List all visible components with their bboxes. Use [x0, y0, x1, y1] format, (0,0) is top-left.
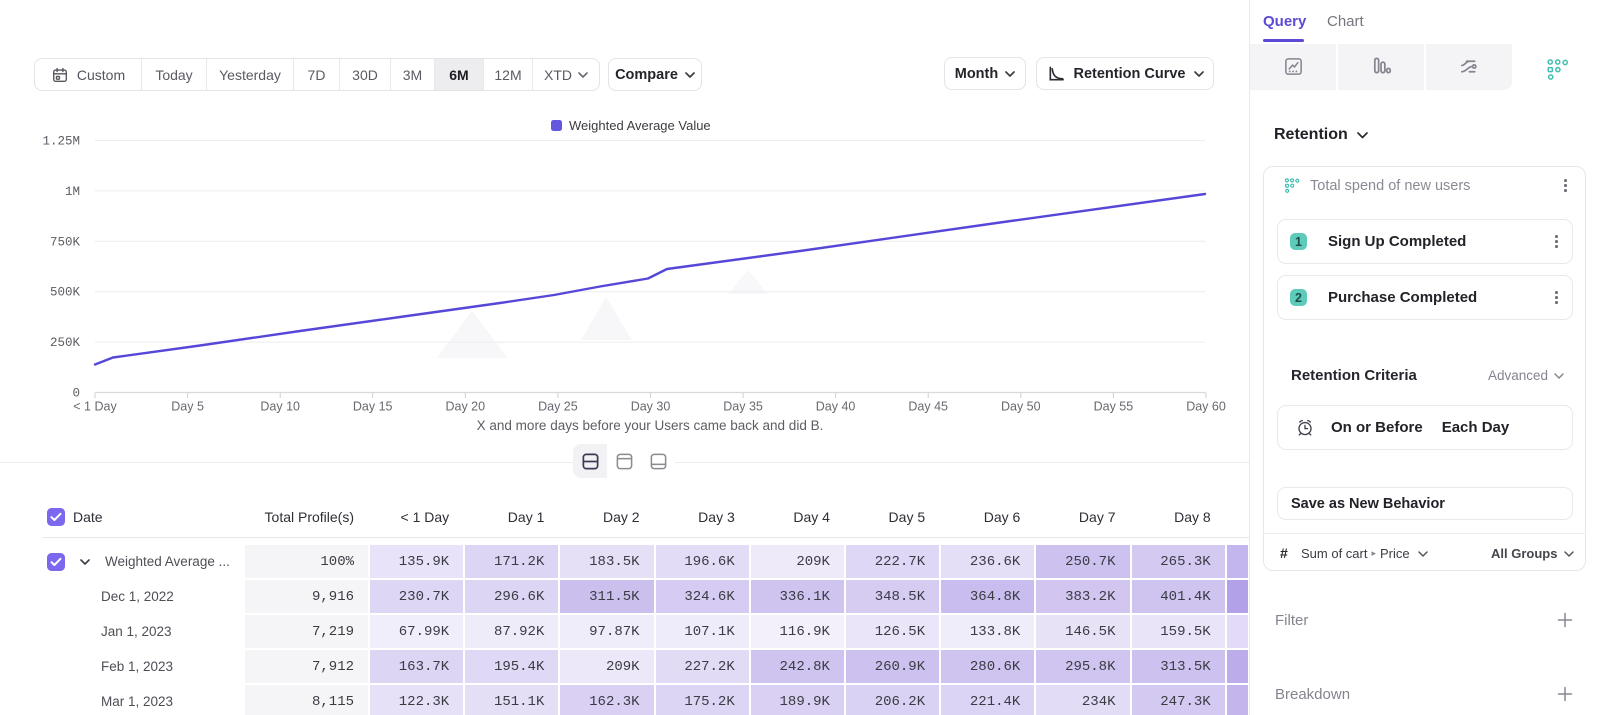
svg-text:Day 25: Day 25: [538, 400, 578, 414]
svg-text:500K: 500K: [50, 286, 81, 300]
svg-text:750K: 750K: [50, 235, 81, 249]
svg-text:Day 55: Day 55: [1094, 400, 1134, 414]
svg-text:Day 5: Day 5: [171, 400, 204, 414]
svg-text:X and more days before your Us: X and more days before your Users came b…: [477, 418, 824, 433]
svg-text:Day 10: Day 10: [260, 400, 300, 414]
svg-text:1M: 1M: [65, 185, 80, 199]
svg-text:Day 50: Day 50: [1001, 400, 1041, 414]
svg-text:< 1 Day: < 1 Day: [73, 400, 117, 414]
svg-text:Day 40: Day 40: [816, 400, 856, 414]
svg-text:Day 60: Day 60: [1186, 400, 1226, 414]
svg-text:Day 15: Day 15: [353, 400, 393, 414]
svg-text:Day 45: Day 45: [908, 400, 948, 414]
svg-text:Day 20: Day 20: [445, 400, 485, 414]
svg-text:Day 35: Day 35: [723, 400, 763, 414]
svg-text:1.25M: 1.25M: [42, 135, 80, 149]
svg-text:Day 30: Day 30: [631, 400, 671, 414]
svg-text:0: 0: [72, 387, 80, 401]
svg-text:250K: 250K: [50, 336, 81, 350]
